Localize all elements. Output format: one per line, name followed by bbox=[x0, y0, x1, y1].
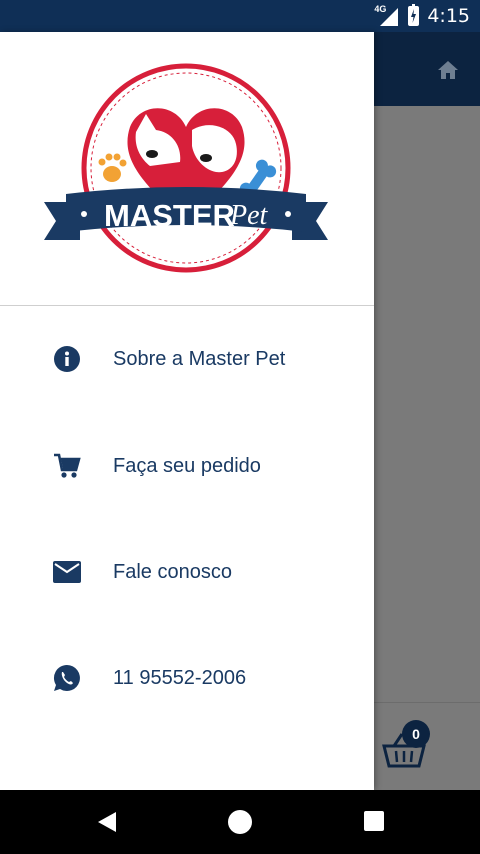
master-pet-logo: MASTER Pet bbox=[44, 63, 328, 273]
menu-item-whatsapp[interactable]: 11 95552-2006 bbox=[0, 648, 374, 708]
info-icon bbox=[52, 344, 82, 374]
whatsapp-icon bbox=[52, 663, 82, 693]
logo-text-pet: Pet bbox=[229, 200, 269, 231]
logo-text-master: MASTER bbox=[104, 198, 235, 233]
signal-icon: 4G bbox=[374, 4, 400, 27]
cart-icon bbox=[52, 451, 82, 481]
network-type: 4G bbox=[374, 4, 387, 14]
menu-item-sobre[interactable]: Sobre a Master Pet bbox=[0, 329, 374, 389]
cart-count-badge: 0 bbox=[402, 720, 430, 748]
navigation-drawer: MASTER Pet Sobre a Master Pet Faça seu p… bbox=[0, 32, 374, 790]
menu-label-sobre: Sobre a Master Pet bbox=[113, 347, 286, 370]
home-icon[interactable] bbox=[436, 58, 460, 82]
mail-icon bbox=[52, 557, 82, 587]
menu-item-pedido[interactable]: Faça seu pedido bbox=[0, 436, 374, 496]
recent-apps-icon[interactable] bbox=[364, 811, 384, 831]
menu-label-contato: Fale conosco bbox=[113, 560, 232, 583]
status-bar: 4G 4:15 bbox=[0, 0, 480, 32]
back-icon[interactable] bbox=[96, 810, 118, 834]
menu-label-pedido: Faça seu pedido bbox=[113, 454, 261, 477]
menu-item-contato[interactable]: Fale conosco bbox=[0, 542, 374, 602]
menu-label-whatsapp: 11 95552-2006 bbox=[113, 666, 247, 689]
drawer-header: MASTER Pet bbox=[0, 32, 374, 306]
battery-icon bbox=[408, 4, 420, 26]
home-nav-icon[interactable] bbox=[228, 810, 252, 834]
status-time: 4:15 bbox=[427, 5, 470, 27]
